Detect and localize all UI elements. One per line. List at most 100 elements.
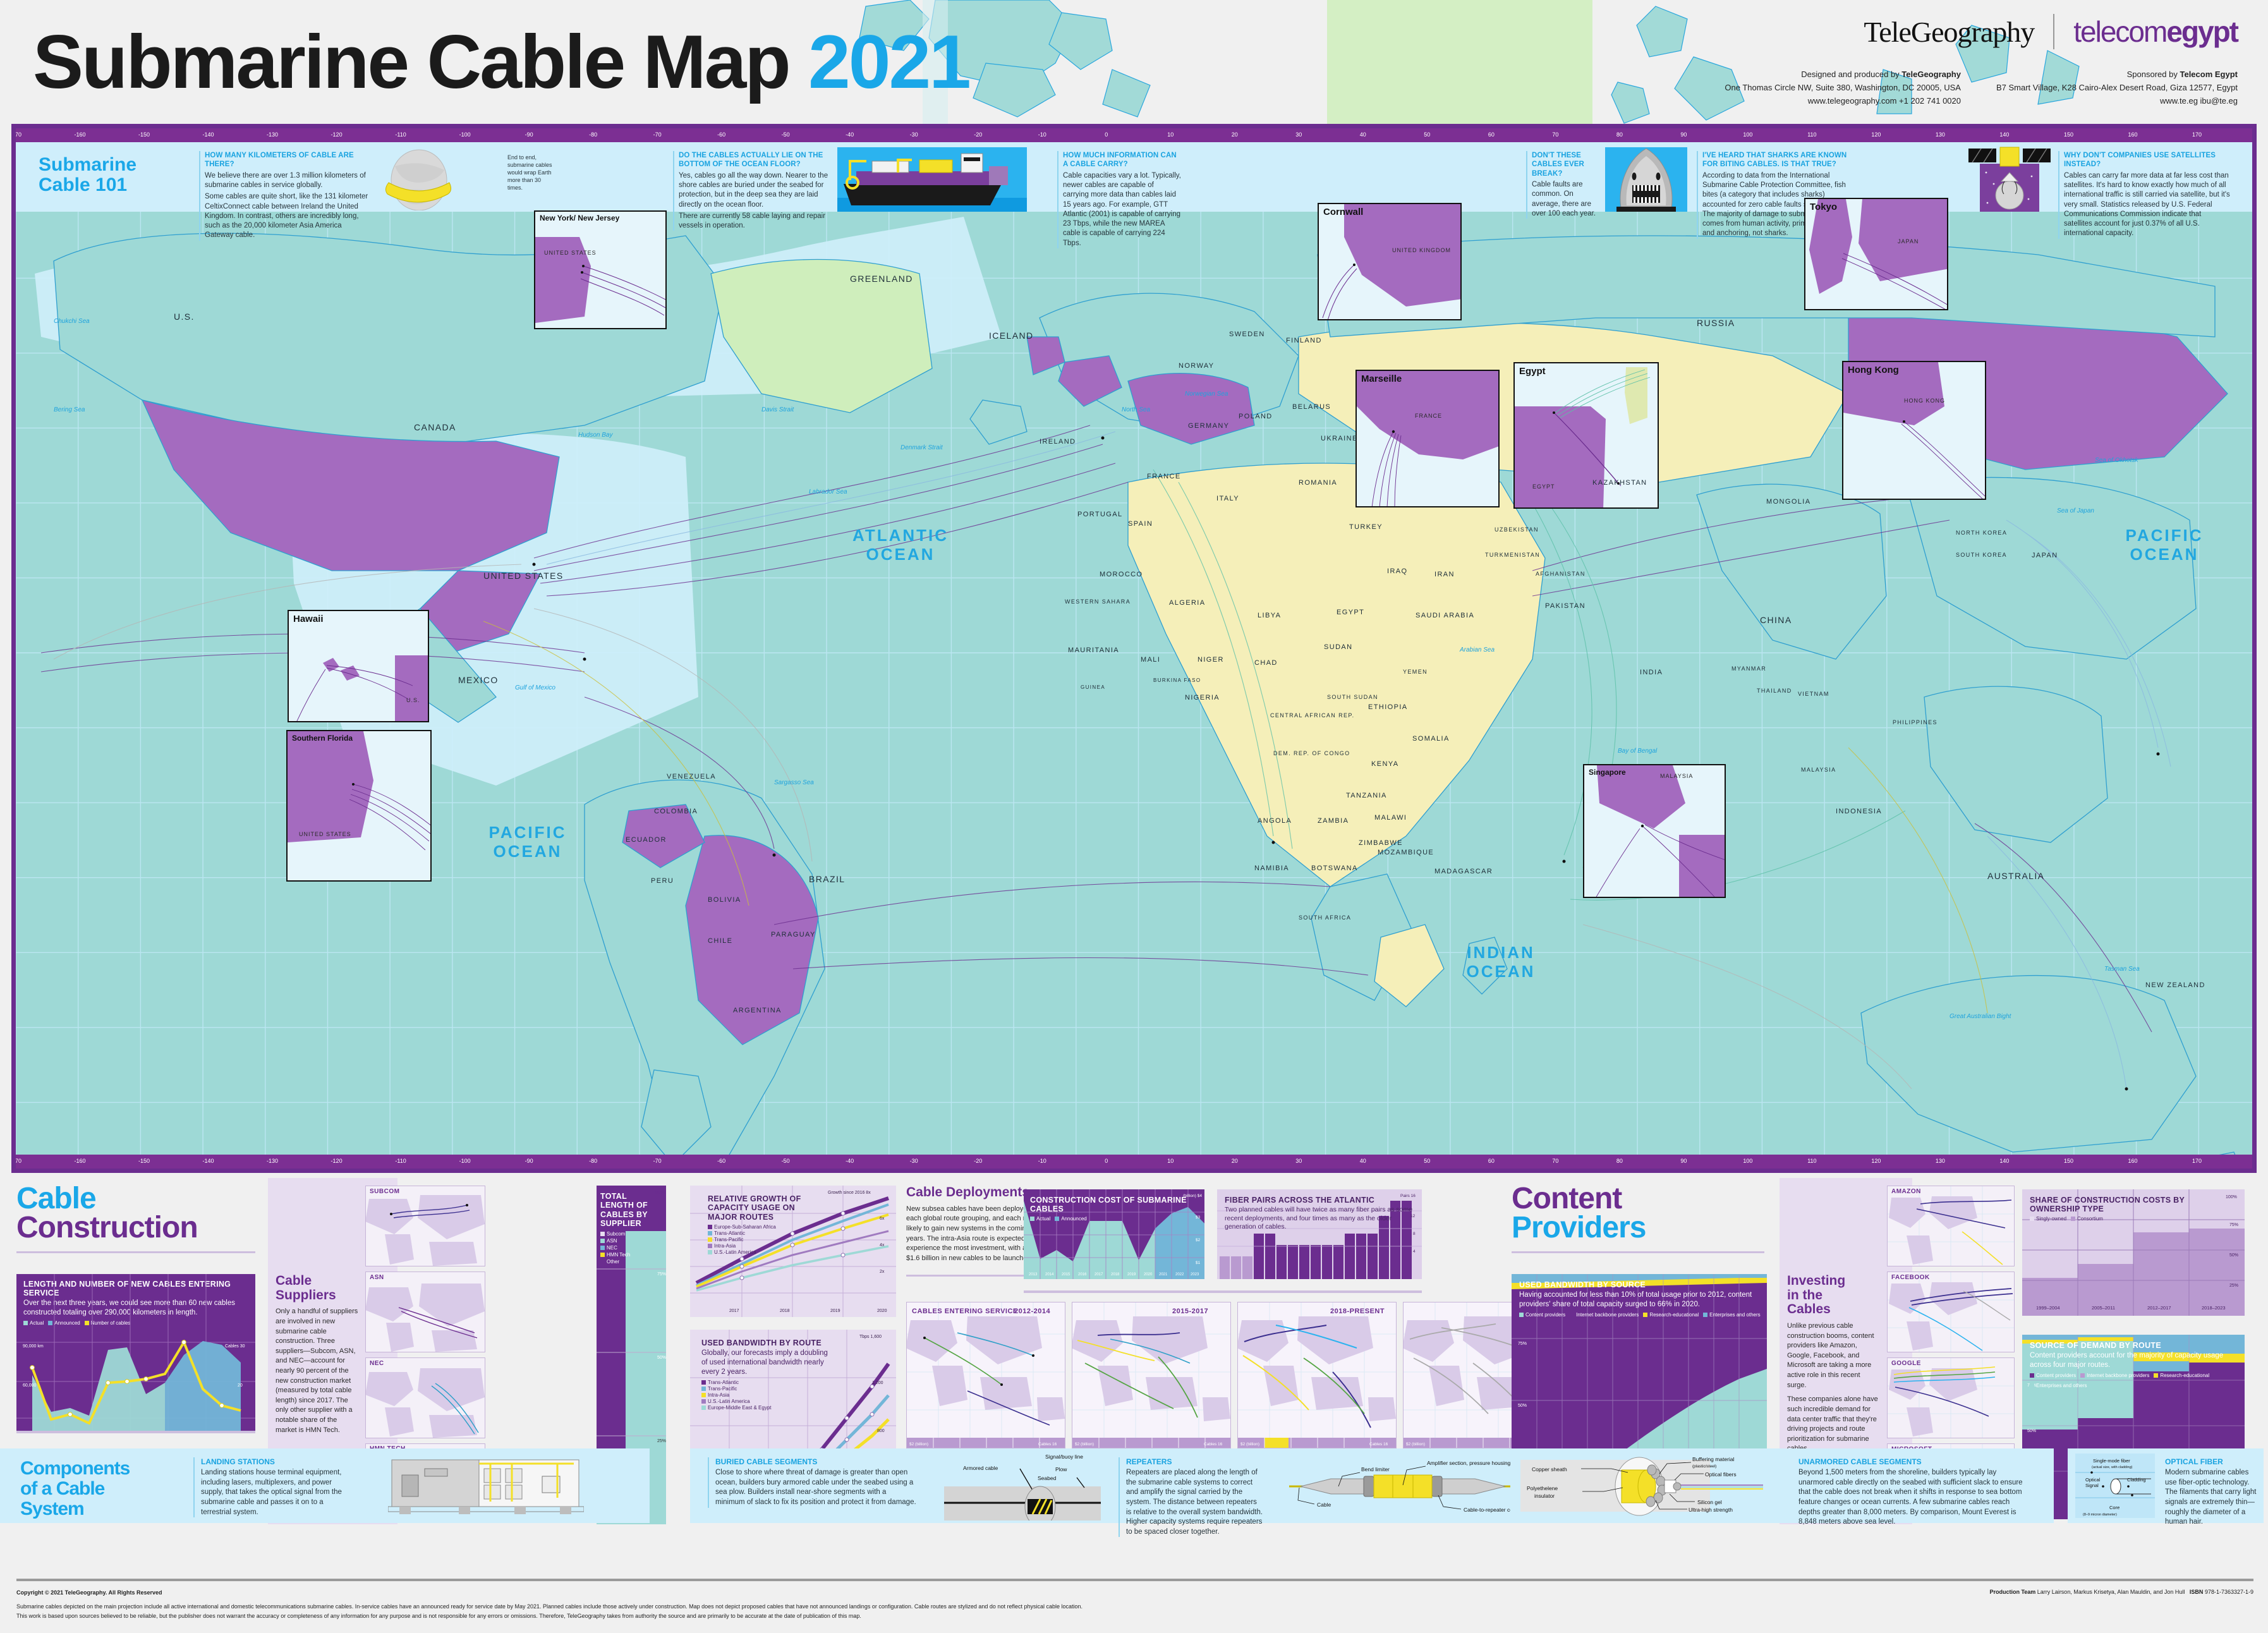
longitude-tick: -130 bbox=[267, 1158, 279, 1164]
svg-text:75%: 75% bbox=[1518, 1342, 1527, 1346]
landing-station-diagram bbox=[388, 1459, 584, 1514]
svg-text:90,000 km: 90,000 km bbox=[23, 1344, 44, 1349]
legend-swatch bbox=[2030, 1373, 2034, 1378]
legend-entry: Content providers bbox=[1519, 1312, 1565, 1318]
supplier-map-subcom[interactable]: SUBCOM bbox=[365, 1186, 485, 1266]
longitude-tick: -170 bbox=[11, 131, 22, 138]
legend-swatch bbox=[2080, 1373, 2085, 1378]
country-label-zimbabwe: ZIMBABWE bbox=[1359, 839, 1403, 847]
legend-swatch bbox=[2154, 1373, 2159, 1378]
poster-footer: Copyright © 2021 TeleGeography. All Righ… bbox=[16, 1579, 2253, 1621]
svg-text:2020: 2020 bbox=[877, 1309, 887, 1313]
world-map[interactable]: -170-160-150-140-130-120-110-100-90-80-7… bbox=[11, 124, 2257, 1173]
svg-text:(8–9 micron diameter): (8–9 micron diameter) bbox=[2083, 1513, 2117, 1517]
provider-map-facebook[interactable]: FACEBOOK bbox=[1887, 1272, 2015, 1352]
inset-singapore[interactable]: Singapore MALAYSIA bbox=[1583, 764, 1726, 898]
inset-egypt[interactable]: Egypt EGYPT bbox=[1513, 362, 1659, 509]
component-landing-stations: Components of a Cable System LANDING STA… bbox=[0, 1448, 650, 1523]
inset-hawaii[interactable]: Hawaii U.S. bbox=[288, 610, 429, 722]
brand-te-bold: egypt bbox=[2166, 15, 2239, 48]
legend-entry: Trans-Atlantic bbox=[708, 1230, 825, 1236]
legend-swatch bbox=[1055, 1217, 1060, 1221]
country-label-russia: RUSSIA bbox=[1697, 318, 1735, 328]
svg-text:2015: 2015 bbox=[1062, 1273, 1070, 1277]
minimap-art: $2 (billion) Cables 16 bbox=[907, 1302, 1065, 1448]
inset-title-ny: New York/ New Jersey bbox=[540, 214, 620, 222]
faq-rule bbox=[199, 151, 200, 241]
sc101-line2: Cable 101 bbox=[39, 174, 128, 196]
country-label-guinea: GUINEA bbox=[1081, 684, 1106, 690]
faq-capacity: HOW MUCH INFORMATION CAN A CABLE CARRY? … bbox=[1057, 151, 1181, 248]
inset-map-art bbox=[288, 731, 430, 880]
inset-country-hawaii: U.S. bbox=[406, 697, 420, 703]
svg-text:50%: 50% bbox=[657, 1356, 666, 1360]
supplier-map-nec[interactable]: NEC bbox=[365, 1357, 485, 1438]
longitude-tick: -40 bbox=[846, 131, 854, 138]
country-label-iceland: ICELAND bbox=[989, 331, 1034, 341]
country-label-chad: CHAD bbox=[1254, 659, 1278, 667]
svg-text:2018–2023: 2018–2023 bbox=[2202, 1305, 2226, 1311]
legend-text: Trans-Atlantic bbox=[714, 1230, 746, 1237]
sea-label-great-australian-bight: Great Australian Bight bbox=[1950, 1013, 2011, 1020]
globe-callout: End to end, submarine cables would wrap … bbox=[507, 152, 554, 192]
longitude-tick: 10 bbox=[1167, 131, 1174, 138]
country-label-malaysia: MALAYSIA bbox=[1801, 767, 1836, 773]
country-label-mauritania: MAURITANIA bbox=[1068, 647, 1120, 654]
longitude-tick: 180 bbox=[2256, 1158, 2257, 1164]
svg-text:$2 (billion): $2 (billion) bbox=[909, 1442, 928, 1447]
inset-marseille[interactable]: Marseille FRANCE bbox=[1355, 370, 1500, 507]
country-label-ukraine: UKRAINE bbox=[1321, 435, 1358, 442]
svg-text:2017: 2017 bbox=[1095, 1273, 1103, 1277]
provider-map-amazon[interactable]: AMAZON bbox=[1887, 1186, 2015, 1266]
inset-southern-florida[interactable]: Southern Florida UNITED STATES bbox=[286, 730, 432, 882]
sea-label-labrador: Labrador Sea bbox=[809, 489, 847, 495]
inset-country-florida: UNITED STATES bbox=[299, 831, 351, 837]
longitude-tick: 170 bbox=[2192, 131, 2202, 138]
longitude-tick: -50 bbox=[781, 1158, 790, 1164]
supplier-map-asn[interactable]: ASN bbox=[365, 1272, 485, 1352]
sea-label-hudson-bay: Hudson Bay bbox=[578, 432, 613, 439]
component-optical-fiber: Single-mode fiber (actual size, with cla… bbox=[2068, 1448, 2264, 1526]
bottom-panels: Cable Construction LENGTH AND NUMBER OF … bbox=[0, 1178, 2268, 1633]
inset-new-york-new-jersey[interactable]: New York/ New Jersey UNITED STATES bbox=[534, 210, 667, 329]
svg-text:Seabed: Seabed bbox=[1038, 1475, 1057, 1481]
longitude-tick: 130 bbox=[1935, 1158, 1945, 1164]
longitude-tick: -110 bbox=[395, 1158, 406, 1164]
inset-cornwall[interactable]: Cornwall UNITED KINGDOM bbox=[1318, 203, 1462, 320]
svg-text:Copper sheath: Copper sheath bbox=[1532, 1466, 1567, 1472]
svg-text:(actual size, with cladding): (actual size, with cladding) bbox=[2092, 1466, 2133, 1469]
svg-text:2018: 2018 bbox=[780, 1309, 790, 1313]
inset-title-hawaii: Hawaii bbox=[293, 614, 324, 624]
longitude-tick: 150 bbox=[2063, 131, 2073, 138]
legend-entry: Trans-Pacific bbox=[708, 1237, 825, 1242]
cables-entering-service-panel-1[interactable]: $2 (billion) Cables 16 2012-2014 CABLES … bbox=[906, 1302, 1065, 1448]
svg-text:Cables 16: Cables 16 bbox=[1369, 1442, 1388, 1447]
longitude-tick: 30 bbox=[1295, 1158, 1302, 1164]
cables-entering-service-panel-2[interactable]: $2 (billion) Cables 16 2015-2017 bbox=[1072, 1302, 1231, 1448]
legend-text: Trans-Pacific bbox=[708, 1385, 737, 1392]
country-label-ethiopia: ETHIOPIA bbox=[1368, 703, 1408, 711]
legend-text: Other bbox=[607, 1258, 620, 1265]
svg-text:8: 8 bbox=[1413, 1232, 1416, 1236]
longitude-tick: -10 bbox=[1038, 1158, 1046, 1164]
country-label-spain: SPAIN bbox=[1128, 520, 1153, 528]
provider-map-google[interactable]: GOOGLE bbox=[1887, 1357, 2015, 1438]
inset-hong-kong[interactable]: Hong Kong HONG KONG bbox=[1842, 361, 1986, 500]
investing-head-3: Cables bbox=[1787, 1302, 1831, 1317]
faq-sharks-question: I'VE HEARD THAT SHARKS ARE KNOWN FOR BIT… bbox=[1702, 152, 1847, 169]
legend-swatch bbox=[600, 1252, 605, 1257]
legend-text: Content providers bbox=[2036, 1372, 2077, 1378]
longitude-tick: -30 bbox=[909, 131, 918, 138]
supplier-map-label-nec: NEC bbox=[370, 1360, 384, 1367]
longitude-tick: -160 bbox=[74, 1158, 86, 1164]
legend-entry: HMN Tech bbox=[600, 1252, 650, 1258]
landing-stations-kicker: LANDING STATIONS bbox=[201, 1457, 275, 1466]
country-label-burkina-faso: BURKINA FASO bbox=[1153, 677, 1201, 683]
cables-entering-service-panel-3[interactable]: $2 (billion) Cables 16 2018-PRESENT bbox=[1237, 1302, 1397, 1448]
chart-legend: Trans-Atlantic Trans-Pacific Intra-Asia U.S… bbox=[701, 1380, 828, 1411]
legend-swatch bbox=[1030, 1217, 1034, 1221]
svg-text:Cable-to-repeater coupling: Cable-to-repeater coupling bbox=[1464, 1507, 1517, 1513]
country-label-myanmar: MYANMAR bbox=[1731, 665, 1767, 672]
legend-swatch bbox=[708, 1244, 712, 1249]
inset-tokyo[interactable]: Tokyo JAPAN bbox=[1804, 198, 1948, 310]
